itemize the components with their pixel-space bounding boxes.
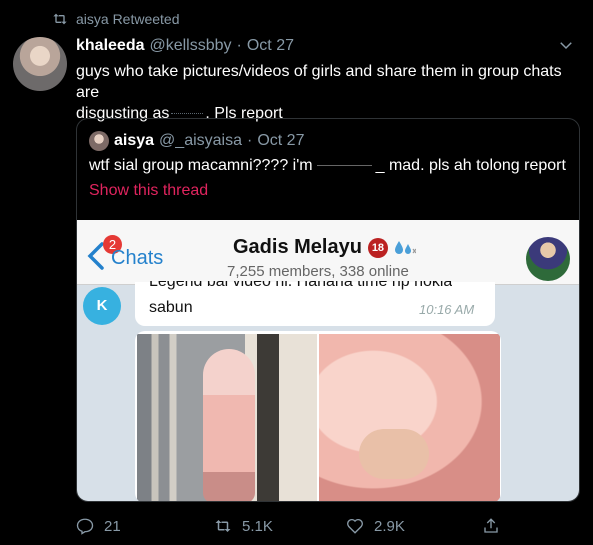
message-cut-text: Legend bai video ni. Hahaha time hp noki… — [149, 281, 452, 292]
photo-right — [319, 334, 500, 501]
date-separator: · — [236, 37, 242, 54]
water-drops-icon — [394, 240, 416, 254]
group-title: Gadis Melayu — [233, 236, 362, 258]
reply-count: 21 — [104, 517, 121, 535]
quoted-text: wtf sial group macamni???? i'm _ mad. pls… — [89, 157, 566, 175]
share-icon — [484, 518, 498, 533]
message-time: 10:16 AM — [419, 302, 475, 317]
retweet-count: 5.1K — [242, 517, 273, 535]
quoted-separator: · — [247, 132, 253, 149]
author-avatar[interactable] — [13, 37, 67, 91]
group-subtitle: 7,255 members, 338 online — [227, 263, 409, 280]
photo-right-hand — [359, 429, 429, 479]
retweet-header: aisya Retweeted — [52, 11, 180, 27]
tweet-date[interactable]: Oct 27 — [247, 37, 294, 55]
redacted-word — [171, 112, 204, 114]
back-label: Chats — [111, 247, 164, 269]
quoted-avatar — [89, 131, 109, 151]
retweet-action[interactable]: 5.1K — [214, 517, 273, 535]
photo-bubble — [135, 331, 501, 501]
retweet-action-icon — [215, 520, 231, 532]
reply-action[interactable]: 21 — [76, 517, 121, 535]
group-avatar — [526, 237, 570, 281]
rating-badge: 18 — [367, 237, 388, 258]
message-text: sabun — [149, 299, 193, 316]
quoted-redaction — [316, 164, 372, 166]
quoted-author-row: aisya @_aisyaisa · Oct 27 — [89, 131, 304, 151]
author-name[interactable]: khaleeda — [76, 37, 144, 55]
quoted-tweet[interactable]: aisya @_aisyaisa · Oct 27 wtf sial group… — [76, 118, 580, 502]
telegram-header: 2 Chats Gadis Melayu 18 7,255 members, 3… — [77, 220, 579, 285]
retweet-label: aisya Retweeted — [76, 11, 180, 27]
tweet-text-line1: guys who take pictures/videos of girls a… — [76, 63, 562, 101]
show-thread-link[interactable]: Show this thread — [89, 182, 208, 200]
share-action[interactable] — [482, 517, 500, 535]
group-title-row: Gadis Melayu 18 — [233, 236, 416, 259]
quoted-text-b: _ mad. pls ah tolong report — [375, 157, 566, 174]
quoted-author-name: aisya — [114, 132, 155, 149]
like-action[interactable]: 2.9K — [346, 517, 405, 535]
author-handle[interactable]: @kellssbby — [149, 37, 231, 55]
reply-icon — [76, 518, 94, 535]
like-count: 2.9K — [374, 517, 405, 535]
photo-left-figure — [203, 349, 255, 501]
photo-left-pillar — [257, 334, 279, 501]
quoted-handle: @_aisyaisa — [159, 132, 242, 149]
message-cut-line: Legend bai video ni. Hahaha time hp noki… — [149, 281, 453, 290]
quoted-text-a: wtf sial group macamni???? i'm — [89, 157, 313, 174]
chevron-down-icon[interactable] — [557, 36, 575, 54]
retweet-icon — [53, 13, 67, 25]
telegram-screenshot[interactable]: 2 Chats Gadis Melayu 18 7,255 members, 3… — [77, 220, 579, 501]
photo-left — [137, 334, 317, 501]
quoted-date: Oct 27 — [257, 132, 305, 149]
tweet-text: guys who take pictures/videos of girls a… — [76, 61, 576, 124]
heart-icon — [347, 518, 363, 534]
tweet-author-row: khaleeda @kellssbby · Oct 27 — [76, 37, 294, 55]
sender-avatar: K — [83, 287, 121, 325]
